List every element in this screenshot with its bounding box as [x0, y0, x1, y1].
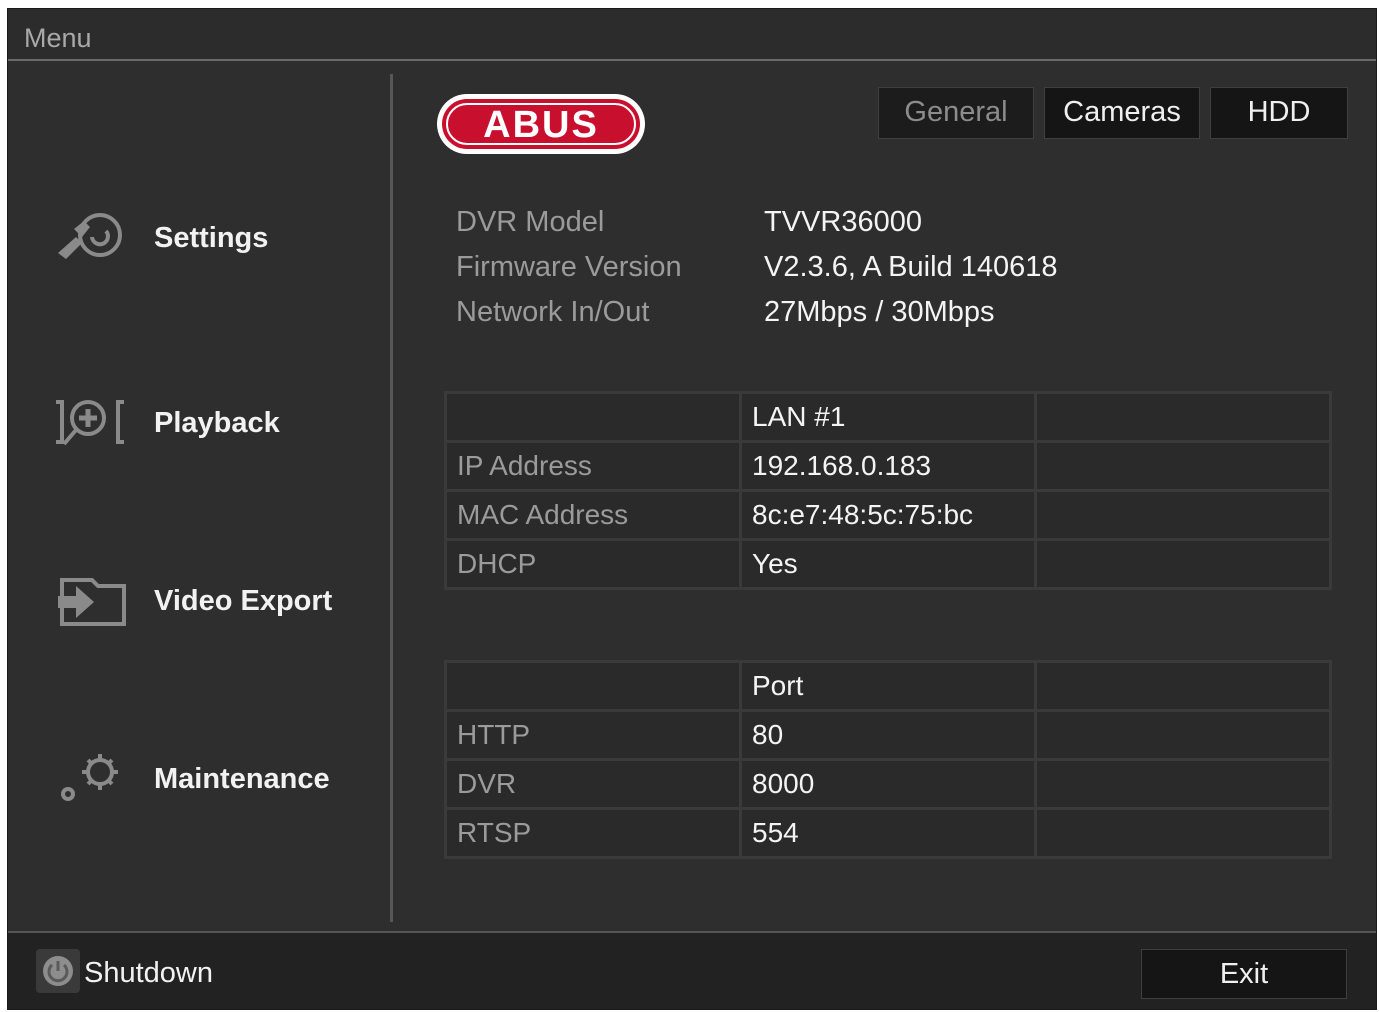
sidebar: Settings Playback Video Export Maintenan… [8, 62, 390, 932]
footer-bar: Shutdown Exit [8, 931, 1376, 1009]
sidebar-item-playback[interactable]: Playback [52, 387, 382, 457]
table-header-cell [447, 663, 739, 709]
table-cell [1037, 761, 1329, 807]
tab-general[interactable]: General [878, 87, 1034, 139]
mac-address-value: 8c:e7:48:5c:75:bc [742, 492, 1034, 538]
table-header-cell [447, 394, 739, 440]
table-row: DVR 8000 [447, 761, 1329, 807]
exit-button[interactable]: Exit [1141, 949, 1347, 999]
ip-address-label: IP Address [447, 443, 739, 489]
firmware-version-value: V2.3.6, A Build 140618 [764, 251, 1058, 283]
table-header-row: Port [447, 663, 1329, 709]
table-row: MAC Address 8c:e7:48:5c:75:bc [447, 492, 1329, 538]
shutdown-button[interactable]: Shutdown [36, 949, 256, 993]
tab-hdd[interactable]: HDD [1210, 87, 1348, 139]
sidebar-item-label: Playback [154, 407, 280, 439]
table-cell [1037, 810, 1329, 856]
port-table: Port HTTP 80 DVR 8000 RTSP 554 [444, 660, 1332, 859]
sidebar-item-label: Maintenance [154, 763, 330, 795]
sidebar-item-video-export[interactable]: Video Export [52, 565, 382, 635]
http-port-value: 80 [742, 712, 1034, 758]
table-cell [1037, 443, 1329, 489]
table-header-cell: Port [742, 663, 1034, 709]
playback-icon [56, 400, 124, 446]
table-header-cell [1037, 394, 1329, 440]
window-title: Menu [24, 23, 92, 53]
sidebar-item-settings[interactable]: Settings [52, 202, 382, 272]
maintenance-icon [61, 754, 118, 801]
dvr-port-value: 8000 [742, 761, 1034, 807]
power-icon [36, 949, 80, 993]
dhcp-label: DHCP [447, 541, 739, 587]
table-row: DHCP Yes [447, 541, 1329, 587]
tab-cameras[interactable]: Cameras [1044, 87, 1200, 139]
settings-icon [58, 213, 122, 259]
table-row: IP Address 192.168.0.183 [447, 443, 1329, 489]
table-header-row: LAN #1 [447, 394, 1329, 440]
rtsp-port-value: 554 [742, 810, 1034, 856]
dvr-model-value: TVVR36000 [764, 206, 922, 238]
dvr-menu-window: Menu Settings Playback Video Export Main… [7, 8, 1377, 1010]
dvr-label: DVR [447, 761, 739, 807]
svg-text:ABUS: ABUS [483, 104, 599, 146]
sidebar-item-label: Settings [154, 222, 269, 254]
sidebar-item-maintenance[interactable]: Maintenance [52, 743, 382, 813]
title-bar: Menu [8, 9, 1376, 61]
table-cell [1037, 541, 1329, 587]
table-cell [1037, 712, 1329, 758]
table-cell [1037, 492, 1329, 538]
http-label: HTTP [447, 712, 739, 758]
table-header-cell [1037, 663, 1329, 709]
dhcp-value: Yes [742, 541, 1034, 587]
table-header-cell: LAN #1 [742, 394, 1034, 440]
network-in-out-label: Network In/Out [456, 296, 650, 328]
table-row: HTTP 80 [447, 712, 1329, 758]
lan-table: LAN #1 IP Address 192.168.0.183 MAC Addr… [444, 391, 1332, 590]
firmware-version-label: Firmware Version [456, 251, 682, 283]
ip-address-value: 192.168.0.183 [742, 443, 1034, 489]
rtsp-label: RTSP [447, 810, 739, 856]
network-in-out-value: 27Mbps / 30Mbps [764, 296, 995, 328]
dvr-model-label: DVR Model [456, 206, 605, 238]
abus-logo: ABUS [437, 94, 645, 154]
sidebar-item-label: Video Export [154, 585, 333, 617]
mac-address-label: MAC Address [447, 492, 739, 538]
shutdown-label: Shutdown [84, 957, 213, 989]
table-row: RTSP 554 [447, 810, 1329, 856]
sidebar-divider [390, 74, 393, 922]
video-export-icon [58, 578, 126, 626]
